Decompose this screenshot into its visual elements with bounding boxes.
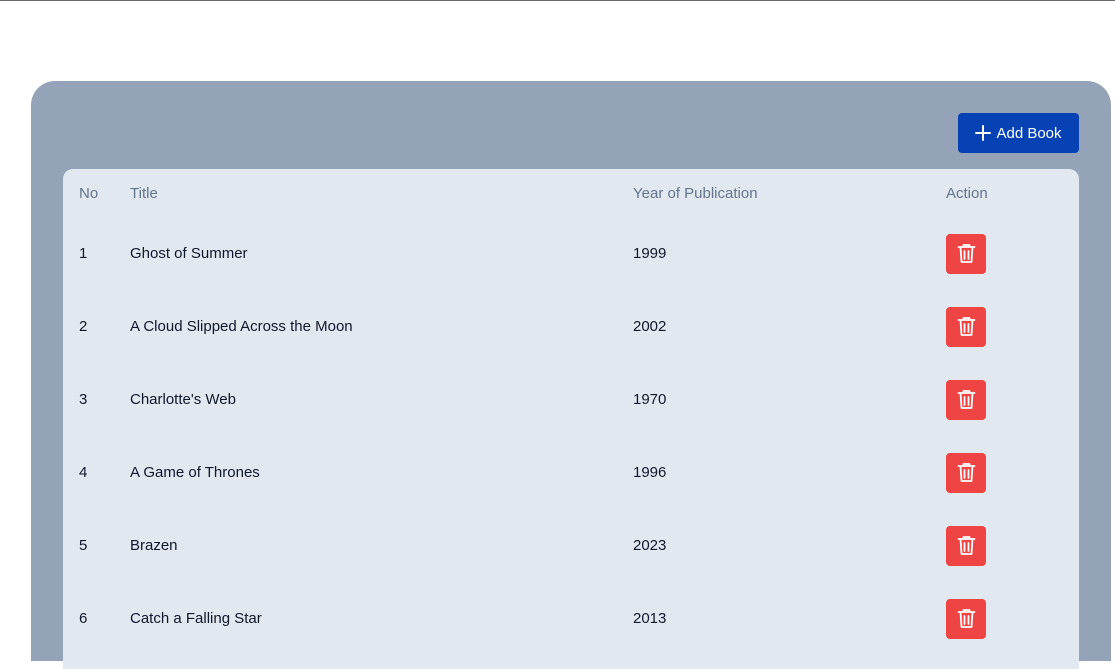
row-number: 5	[79, 537, 88, 554]
delete-book-button[interactable]	[946, 306, 986, 347]
row-number: 3	[79, 391, 88, 408]
book-title: Catch a Falling Star	[130, 610, 262, 627]
header-no: No	[79, 184, 99, 202]
table-row: 4 A Game of Thrones 1996	[63, 436, 1079, 509]
row-action-cell	[946, 363, 986, 436]
row-action-cell	[946, 217, 986, 290]
header-action: Action	[946, 184, 988, 202]
books-panel: Add Book No Title Year of Publication Ac…	[31, 81, 1111, 669]
delete-book-button[interactable]	[946, 452, 986, 493]
row-action-cell	[946, 290, 986, 363]
row-action-cell	[946, 582, 986, 655]
trash-icon	[957, 317, 975, 336]
table-row: 6 Catch a Falling Star 2013	[63, 582, 1079, 655]
book-title: Brazen	[130, 537, 178, 554]
table-row: 5 Brazen 2023	[63, 509, 1079, 582]
table-row: 2 A Cloud Slipped Across the Moon 2002	[63, 290, 1079, 363]
row-number: 6	[79, 610, 88, 627]
header-title: Title	[130, 184, 158, 202]
trash-icon	[957, 390, 975, 409]
trash-icon	[957, 536, 975, 555]
delete-book-button[interactable]	[946, 233, 986, 274]
row-number: 4	[79, 464, 88, 481]
book-year: 2023	[633, 537, 667, 554]
table-header: No Title Year of Publication Action	[63, 169, 1079, 217]
add-book-button[interactable]: Add Book	[958, 113, 1079, 153]
delete-book-button[interactable]	[946, 379, 986, 420]
trash-icon	[957, 463, 975, 482]
book-year: 2002	[633, 318, 667, 335]
trash-icon	[957, 244, 975, 263]
book-title: Charlotte's Web	[130, 391, 236, 408]
plus-icon	[975, 125, 992, 141]
book-year: 1999	[633, 245, 667, 262]
delete-book-button[interactable]	[946, 525, 986, 566]
row-number: 2	[79, 318, 88, 335]
header-year: Year of Publication	[633, 184, 758, 202]
book-title: A Cloud Slipped Across the Moon	[130, 318, 353, 335]
row-action-cell	[946, 436, 986, 509]
book-year: 1996	[633, 464, 667, 481]
row-action-cell	[946, 509, 986, 582]
row-number: 1	[79, 245, 88, 262]
book-year: 2013	[633, 610, 667, 627]
add-book-label: Add Book	[996, 124, 1062, 142]
trash-icon	[957, 609, 975, 628]
top-border	[0, 0, 1115, 1]
book-year: 1970	[633, 391, 667, 408]
books-table: No Title Year of Publication Action 1 Gho…	[63, 169, 1079, 669]
book-title: Ghost of Summer	[130, 245, 248, 262]
table-row: 1 Ghost of Summer 1999	[63, 217, 1079, 290]
book-title: A Game of Thrones	[130, 464, 260, 481]
table-row: 3 Charlotte's Web 1970	[63, 363, 1079, 436]
delete-book-button[interactable]	[946, 598, 986, 639]
